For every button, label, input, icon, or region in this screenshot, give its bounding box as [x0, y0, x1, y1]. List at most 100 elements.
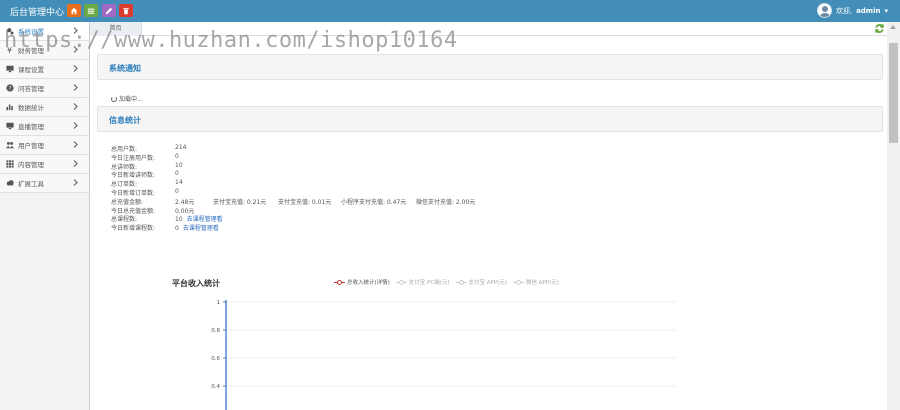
legend-marker-icon	[455, 279, 467, 285]
sidebar-item-label: 直播管理	[18, 123, 44, 131]
sidebar-item-system-settings[interactable]: 系统设置	[0, 22, 89, 41]
stat-extra: 小程序支付充值: 0.47元	[341, 198, 407, 206]
stat-extra: 支付宝充值: 0.01元	[278, 198, 332, 206]
y-tick-label: 0.8	[211, 328, 220, 334]
notice-loading: 加载中...	[111, 94, 143, 103]
scrollbar[interactable]	[887, 22, 900, 410]
stat-label: 总用户数:	[111, 146, 138, 153]
sidebar-item-extensions[interactable]: 扩展工具	[0, 174, 89, 193]
bar-chart-icon	[5, 103, 14, 112]
users-icon	[5, 141, 14, 150]
sidebar-item-finance[interactable]: ¥ 财务管理	[0, 41, 89, 60]
main-content: 系统通知 加载中... 信息统计 总用户数: 214 今日注册用户数: 0 总讲…	[90, 36, 887, 410]
course-manage-link[interactable]: 去课程管理看	[183, 225, 219, 232]
sidebar-item-statistics[interactable]: 数据统计	[0, 98, 89, 117]
stat-extra: 支付宝充值: 0.21元	[213, 198, 267, 206]
stat-value: 0	[175, 170, 179, 178]
chevron-right-icon	[73, 84, 80, 92]
stat-value: 10	[175, 161, 183, 169]
notice-title: 系统通知	[109, 64, 141, 73]
legend-item[interactable]: 总收入统计(详情)	[334, 278, 390, 286]
sidebar-item-content[interactable]: 内容管理	[0, 155, 89, 174]
y-tick-label: 1	[217, 300, 221, 306]
y-tick-label: 0.4	[211, 384, 220, 390]
stat-extra: 微信支付充值: 2.00元	[416, 198, 476, 206]
user-menu[interactable]: 欢迎, admin ▾	[816, 3, 888, 18]
sidebar-item-label: 内容管理	[18, 161, 44, 169]
stat-value: 214	[175, 144, 187, 151]
avatar	[816, 3, 832, 18]
notice-panel-header: 系统通知	[97, 54, 883, 80]
stat-value-text: 0	[175, 225, 179, 233]
loading-text: 加载中...	[119, 96, 143, 103]
y-tick-label: 0.6	[211, 356, 220, 362]
info-title: 信息统计	[109, 116, 141, 125]
sidebar-item-label: 财务管理	[18, 47, 44, 55]
chart-title: 平台收入统计	[172, 279, 220, 288]
legend-label: 微信 APP(元)	[525, 280, 559, 286]
legend-label: 支付宝 APP(元)	[468, 280, 507, 286]
top-navbar: 后台管理中心 欢迎, admin ▾	[0, 0, 900, 22]
brand-title: 后台管理中心	[10, 8, 65, 18]
monitor-icon	[5, 65, 14, 74]
chart-legend: 总收入统计(详情) 支付宝 PC端(元) 支付宝 APP(元) 微信 APP(元…	[334, 278, 559, 286]
stat-value: 0.00元	[175, 207, 195, 215]
legend-item[interactable]: 支付宝 PC端(元)	[395, 278, 450, 286]
stat-value: 0 去课程管理看	[175, 223, 219, 232]
stat-label: 总充值金额:	[111, 198, 144, 206]
sidebar-item-label: 系统设置	[18, 28, 44, 36]
sidebar-item-live[interactable]: 直播管理	[0, 117, 89, 136]
home-button[interactable]	[67, 4, 81, 17]
stat-label: 今日新增讲师数:	[111, 172, 156, 180]
sidebar-item-qa[interactable]: ? 问答管理	[0, 79, 89, 98]
gears-icon	[5, 27, 14, 36]
legend-item[interactable]: 微信 APP(元)	[512, 278, 559, 286]
legend-marker-icon	[395, 279, 407, 285]
legend-label: 支付宝 PC端(元)	[408, 280, 450, 286]
stat-value: 14	[175, 179, 183, 187]
legend-marker-icon	[334, 279, 345, 285]
sidebar: 系统设置 ¥ 财务管理 课程设置 ? 问答管理 数据统计 直播管理 用户管理 内…	[0, 22, 90, 410]
edit-button[interactable]	[102, 4, 116, 17]
sidebar-item-courses[interactable]: 课程设置	[0, 60, 89, 79]
stat-value: 0	[175, 152, 179, 160]
info-panel-header: 信息统计	[97, 106, 883, 132]
refresh-icon[interactable]	[874, 23, 885, 34]
list-button[interactable]	[84, 4, 98, 17]
stat-value: 2.48元	[175, 198, 195, 206]
stat-value: 0	[175, 187, 179, 195]
monitor-icon	[5, 122, 14, 131]
chevron-right-icon	[73, 103, 80, 111]
sidebar-item-label: 问答管理	[18, 85, 44, 93]
svg-text:?: ?	[8, 86, 11, 92]
grid-icon	[5, 160, 14, 169]
stat-label: 今日注册用户数:	[111, 154, 156, 162]
sidebar-item-label: 扩展工具	[18, 180, 44, 188]
scroll-up-arrow-icon[interactable]	[890, 25, 896, 29]
user-greeting: 欢迎,	[835, 6, 853, 15]
trash-icon	[123, 7, 129, 14]
sidebar-item-label: 数据统计	[18, 104, 44, 112]
chevron-right-icon	[73, 65, 80, 73]
stat-label: 总课程数:	[111, 216, 138, 224]
caret-down-icon: ▾	[884, 6, 888, 15]
tab-home[interactable]: 首页	[90, 22, 142, 36]
yen-icon: ¥	[6, 45, 13, 55]
stat-value: 10 去课程管理看	[175, 214, 223, 223]
chevron-right-icon	[73, 46, 80, 54]
income-line-chart: 10.80.60.40.2	[211, 300, 676, 410]
pencil-icon	[105, 7, 113, 14]
sidebar-item-label: 课程设置	[18, 66, 44, 74]
question-icon: ?	[5, 84, 14, 93]
stat-label: 总订单数:	[111, 181, 138, 189]
cloud-icon	[5, 179, 14, 188]
scrollbar-thumb[interactable]	[889, 43, 898, 143]
chevron-right-icon	[73, 27, 80, 35]
stat-label: 今日总充值金额:	[111, 207, 156, 215]
sidebar-item-users[interactable]: 用户管理	[0, 136, 89, 155]
list-icon	[87, 8, 95, 14]
legend-item[interactable]: 支付宝 APP(元)	[455, 278, 507, 286]
stat-label: 今日新增课程数:	[111, 225, 156, 233]
delete-button[interactable]	[119, 4, 133, 17]
tab-bar: 首页	[90, 22, 887, 36]
